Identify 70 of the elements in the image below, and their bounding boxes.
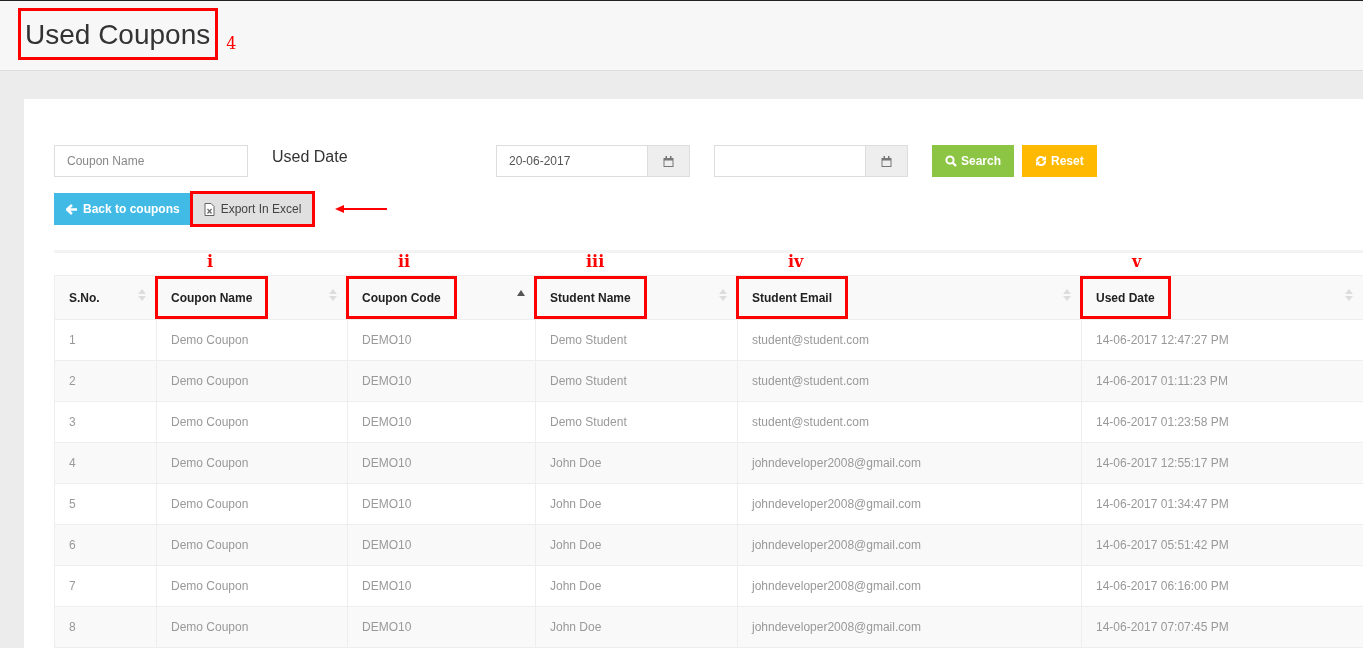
table-cell: 2 (54, 360, 157, 402)
table-cell: 14-06-2017 01:23:58 PM (1081, 401, 1363, 443)
table-cell: DEMO10 (347, 524, 536, 566)
spreadsheet-file-icon (203, 202, 215, 216)
table-cell: Demo Coupon (156, 401, 348, 443)
table-cell: DEMO10 (347, 442, 536, 484)
column-header[interactable]: Used Date (1080, 276, 1171, 319)
table-cell: johndeveloper2008@gmail.com (737, 606, 1082, 648)
table-cell: Demo Student (535, 319, 738, 361)
table-cell: johndeveloper2008@gmail.com (737, 524, 1082, 566)
table-cell: Demo Coupon (156, 606, 348, 648)
search-icon (945, 155, 957, 167)
table-cell: DEMO10 (347, 319, 536, 361)
calendar-icon (663, 155, 674, 167)
column-header[interactable]: Coupon Code (346, 276, 457, 319)
table-cell: Demo Student (535, 401, 738, 443)
annotation-numeral: v (1132, 251, 1142, 273)
page-title: Used Coupons (18, 8, 219, 60)
table-cell: DEMO10 (347, 401, 536, 443)
annotation-numeral: ii (398, 251, 411, 273)
table-cell: John Doe (535, 442, 738, 484)
date-to-field[interactable] (714, 145, 908, 177)
arrow-left-icon (66, 203, 77, 215)
table-cell: 4 (54, 442, 157, 484)
table-cell: student@student.com (737, 360, 1082, 402)
refresh-icon (1035, 155, 1048, 167)
used-date-label: Used Date (272, 147, 349, 167)
table-cell: Demo Coupon (156, 442, 348, 484)
table-cell: 14-06-2017 01:11:23 PM (1081, 360, 1363, 402)
table-cell: 14-06-2017 12:55:17 PM (1081, 442, 1363, 484)
table-cell: 8 (54, 606, 157, 648)
column-header[interactable]: Coupon Name (155, 276, 269, 319)
export-button[interactable]: Export In Excel (191, 193, 314, 225)
table-cell: DEMO10 (347, 360, 536, 402)
table-cell: Demo Coupon (156, 524, 348, 566)
table-cell: John Doe (535, 565, 738, 607)
table-cell: John Doe (535, 483, 738, 525)
annotation-numeral: iv (788, 251, 804, 273)
table-cell: DEMO10 (347, 606, 536, 648)
table-cell: Demo Student (535, 360, 738, 402)
table-cell: johndeveloper2008@gmail.com (737, 483, 1082, 525)
table-cell: 1 (54, 319, 157, 361)
table-cell: Demo Coupon (156, 483, 348, 525)
annotation-numeral: i (207, 251, 214, 273)
table-cell: DEMO10 (347, 483, 536, 525)
table-cell: Demo Coupon (156, 360, 348, 402)
table-cell: 6 (54, 524, 157, 566)
table-cell: DEMO10 (347, 565, 536, 607)
table-cell: 14-06-2017 07:07:45 PM (1081, 606, 1363, 648)
table-cell: student@student.com (737, 319, 1082, 361)
coupon-name-field[interactable]: Coupon Name (54, 145, 248, 177)
column-header[interactable]: Student Name (534, 276, 647, 319)
table-cell: Demo Coupon (156, 319, 348, 361)
annotation-numeral: iii (586, 251, 605, 273)
table-cell: 3 (54, 401, 157, 443)
table-cell: johndeveloper2008@gmail.com (737, 442, 1082, 484)
table-cell: 5 (54, 483, 157, 525)
column-header[interactable]: Student Email (736, 276, 848, 319)
table-cell: 14-06-2017 12:47:27 PM (1081, 319, 1363, 361)
table-cell: student@student.com (737, 401, 1082, 443)
table-cell: Demo Coupon (156, 565, 348, 607)
table-cell: johndeveloper2008@gmail.com (737, 565, 1082, 607)
annotation-number: 4 (226, 33, 237, 55)
table-cell: 7 (54, 565, 157, 607)
table-cell: 14-06-2017 01:34:47 PM (1081, 483, 1363, 525)
table-cell: 14-06-2017 06:16:00 PM (1081, 565, 1363, 607)
table-cell: John Doe (535, 524, 738, 566)
table-cell: John Doe (535, 606, 738, 648)
table-cell: 14-06-2017 05:51:42 PM (1081, 524, 1363, 566)
calendar-icon (881, 155, 892, 167)
